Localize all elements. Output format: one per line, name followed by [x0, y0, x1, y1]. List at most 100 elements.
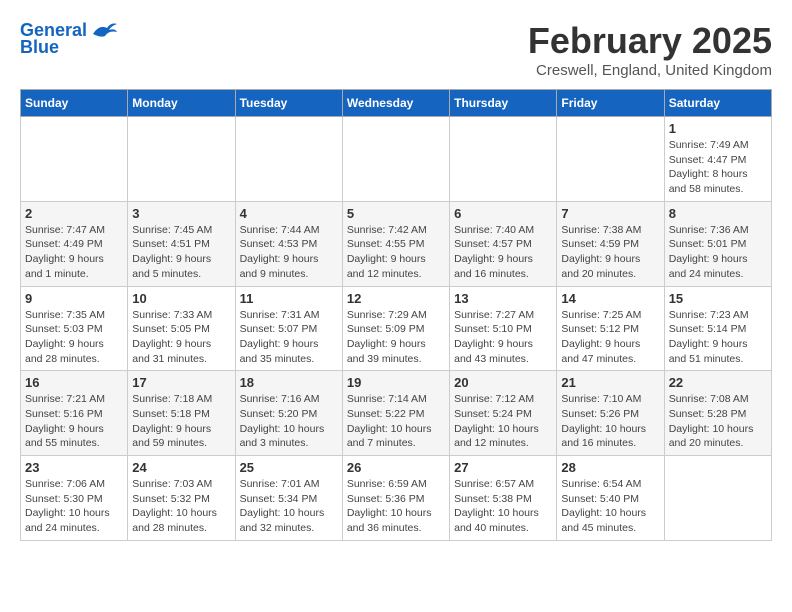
- weekday-header-monday: Monday: [128, 90, 235, 117]
- day-number: 12: [347, 291, 445, 306]
- day-cell: 19 Sunrise: 7:14 AM Sunset: 5:22 PM Dayli…: [342, 371, 449, 456]
- day-cell: 26 Sunrise: 6:59 AM Sunset: 5:36 PM Dayli…: [342, 456, 449, 541]
- day-info: Sunrise: 6:57 AM Sunset: 5:38 PM Dayligh…: [454, 477, 552, 536]
- day-cell: 24 Sunrise: 7:03 AM Sunset: 5:32 PM Dayli…: [128, 456, 235, 541]
- page-header: General Blue February 2025 Creswell, Eng…: [20, 20, 772, 79]
- month-title: February 2025: [528, 20, 772, 62]
- day-cell: 13 Sunrise: 7:27 AM Sunset: 5:10 PM Dayli…: [450, 286, 557, 371]
- day-number: 13: [454, 291, 552, 306]
- weekday-header-sunday: Sunday: [21, 90, 128, 117]
- day-info: Sunrise: 7:38 AM Sunset: 4:59 PM Dayligh…: [561, 223, 659, 282]
- day-number: 28: [561, 460, 659, 475]
- day-cell: 2 Sunrise: 7:47 AM Sunset: 4:49 PM Daylig…: [21, 201, 128, 286]
- day-cell: 6 Sunrise: 7:40 AM Sunset: 4:57 PM Daylig…: [450, 201, 557, 286]
- weekday-header-row: SundayMondayTuesdayWednesdayThursdayFrid…: [21, 90, 772, 117]
- day-cell: [664, 456, 771, 541]
- day-cell: [128, 117, 235, 202]
- day-info: Sunrise: 7:12 AM Sunset: 5:24 PM Dayligh…: [454, 392, 552, 451]
- day-cell: 27 Sunrise: 6:57 AM Sunset: 5:38 PM Dayli…: [450, 456, 557, 541]
- day-info: Sunrise: 7:35 AM Sunset: 5:03 PM Dayligh…: [25, 308, 123, 367]
- day-info: Sunrise: 7:16 AM Sunset: 5:20 PM Dayligh…: [240, 392, 338, 451]
- day-info: Sunrise: 7:01 AM Sunset: 5:34 PM Dayligh…: [240, 477, 338, 536]
- day-number: 27: [454, 460, 552, 475]
- day-cell: [235, 117, 342, 202]
- day-info: Sunrise: 7:49 AM Sunset: 4:47 PM Dayligh…: [669, 138, 767, 197]
- day-number: 3: [132, 206, 230, 221]
- day-cell: 14 Sunrise: 7:25 AM Sunset: 5:12 PM Dayli…: [557, 286, 664, 371]
- day-number: 24: [132, 460, 230, 475]
- day-cell: 8Sunrise: 7:36 AM Sunset: 5:01 PM Daylig…: [664, 201, 771, 286]
- day-info: Sunrise: 7:31 AM Sunset: 5:07 PM Dayligh…: [240, 308, 338, 367]
- day-cell: 20 Sunrise: 7:12 AM Sunset: 5:24 PM Dayli…: [450, 371, 557, 456]
- day-number: 14: [561, 291, 659, 306]
- day-number: 26: [347, 460, 445, 475]
- day-cell: 21 Sunrise: 7:10 AM Sunset: 5:26 PM Dayli…: [557, 371, 664, 456]
- day-number: 6: [454, 206, 552, 221]
- day-info: Sunrise: 7:23 AM Sunset: 5:14 PM Dayligh…: [669, 308, 767, 367]
- day-info: Sunrise: 7:33 AM Sunset: 5:05 PM Dayligh…: [132, 308, 230, 367]
- day-number: 5: [347, 206, 445, 221]
- weekday-header-tuesday: Tuesday: [235, 90, 342, 117]
- day-cell: 11 Sunrise: 7:31 AM Sunset: 5:07 PM Dayli…: [235, 286, 342, 371]
- week-row-4: 16Sunrise: 7:21 AM Sunset: 5:16 PM Dayli…: [21, 371, 772, 456]
- day-info: Sunrise: 7:10 AM Sunset: 5:26 PM Dayligh…: [561, 392, 659, 451]
- day-info: Sunrise: 7:21 AM Sunset: 5:16 PM Dayligh…: [25, 392, 123, 451]
- day-cell: 4 Sunrise: 7:44 AM Sunset: 4:53 PM Daylig…: [235, 201, 342, 286]
- day-number: 10: [132, 291, 230, 306]
- day-cell: 7 Sunrise: 7:38 AM Sunset: 4:59 PM Daylig…: [557, 201, 664, 286]
- logo-bird-icon: [89, 20, 117, 42]
- day-number: 22: [669, 375, 767, 390]
- day-cell: 9 Sunrise: 7:35 AM Sunset: 5:03 PM Daylig…: [21, 286, 128, 371]
- day-cell: 10 Sunrise: 7:33 AM Sunset: 5:05 PM Dayli…: [128, 286, 235, 371]
- day-number: 15: [669, 291, 767, 306]
- day-cell: 16Sunrise: 7:21 AM Sunset: 5:16 PM Dayli…: [21, 371, 128, 456]
- day-info: Sunrise: 7:36 AM Sunset: 5:01 PM Dayligh…: [669, 223, 767, 282]
- day-cell: [557, 117, 664, 202]
- day-info: Sunrise: 7:25 AM Sunset: 5:12 PM Dayligh…: [561, 308, 659, 367]
- day-number: 2: [25, 206, 123, 221]
- day-cell: 25Sunrise: 7:01 AM Sunset: 5:34 PM Dayli…: [235, 456, 342, 541]
- day-info: Sunrise: 6:59 AM Sunset: 5:36 PM Dayligh…: [347, 477, 445, 536]
- location: Creswell, England, United Kingdom: [528, 62, 772, 79]
- day-number: 9: [25, 291, 123, 306]
- day-cell: 17 Sunrise: 7:18 AM Sunset: 5:18 PM Dayli…: [128, 371, 235, 456]
- weekday-header-friday: Friday: [557, 90, 664, 117]
- logo: General Blue: [20, 20, 117, 58]
- day-number: 1: [669, 121, 767, 136]
- day-number: 11: [240, 291, 338, 306]
- title-block: February 2025 Creswell, England, United …: [528, 20, 772, 79]
- day-number: 18: [240, 375, 338, 390]
- day-cell: 15 Sunrise: 7:23 AM Sunset: 5:14 PM Dayli…: [664, 286, 771, 371]
- day-info: Sunrise: 7:14 AM Sunset: 5:22 PM Dayligh…: [347, 392, 445, 451]
- day-cell: [342, 117, 449, 202]
- day-cell: 1 Sunrise: 7:49 AM Sunset: 4:47 PM Daylig…: [664, 117, 771, 202]
- week-row-3: 9 Sunrise: 7:35 AM Sunset: 5:03 PM Daylig…: [21, 286, 772, 371]
- day-info: Sunrise: 7:42 AM Sunset: 4:55 PM Dayligh…: [347, 223, 445, 282]
- day-cell: [450, 117, 557, 202]
- day-cell: [21, 117, 128, 202]
- day-info: Sunrise: 7:40 AM Sunset: 4:57 PM Dayligh…: [454, 223, 552, 282]
- weekday-header-saturday: Saturday: [664, 90, 771, 117]
- week-row-1: 1 Sunrise: 7:49 AM Sunset: 4:47 PM Daylig…: [21, 117, 772, 202]
- calendar-table: SundayMondayTuesdayWednesdayThursdayFrid…: [20, 89, 772, 541]
- day-number: 21: [561, 375, 659, 390]
- day-number: 4: [240, 206, 338, 221]
- day-number: 20: [454, 375, 552, 390]
- day-cell: 3Sunrise: 7:45 AM Sunset: 4:51 PM Daylig…: [128, 201, 235, 286]
- day-info: Sunrise: 6:54 AM Sunset: 5:40 PM Dayligh…: [561, 477, 659, 536]
- day-cell: 22 Sunrise: 7:08 AM Sunset: 5:28 PM Dayli…: [664, 371, 771, 456]
- day-number: 17: [132, 375, 230, 390]
- day-info: Sunrise: 7:47 AM Sunset: 4:49 PM Dayligh…: [25, 223, 123, 282]
- day-info: Sunrise: 7:44 AM Sunset: 4:53 PM Dayligh…: [240, 223, 338, 282]
- day-info: Sunrise: 7:18 AM Sunset: 5:18 PM Dayligh…: [132, 392, 230, 451]
- day-cell: 23Sunrise: 7:06 AM Sunset: 5:30 PM Dayli…: [21, 456, 128, 541]
- day-info: Sunrise: 7:27 AM Sunset: 5:10 PM Dayligh…: [454, 308, 552, 367]
- day-number: 23: [25, 460, 123, 475]
- day-number: 7: [561, 206, 659, 221]
- weekday-header-wednesday: Wednesday: [342, 90, 449, 117]
- day-cell: 12Sunrise: 7:29 AM Sunset: 5:09 PM Dayli…: [342, 286, 449, 371]
- day-cell: 28 Sunrise: 6:54 AM Sunset: 5:40 PM Dayli…: [557, 456, 664, 541]
- day-number: 19: [347, 375, 445, 390]
- day-info: Sunrise: 7:08 AM Sunset: 5:28 PM Dayligh…: [669, 392, 767, 451]
- day-info: Sunrise: 7:03 AM Sunset: 5:32 PM Dayligh…: [132, 477, 230, 536]
